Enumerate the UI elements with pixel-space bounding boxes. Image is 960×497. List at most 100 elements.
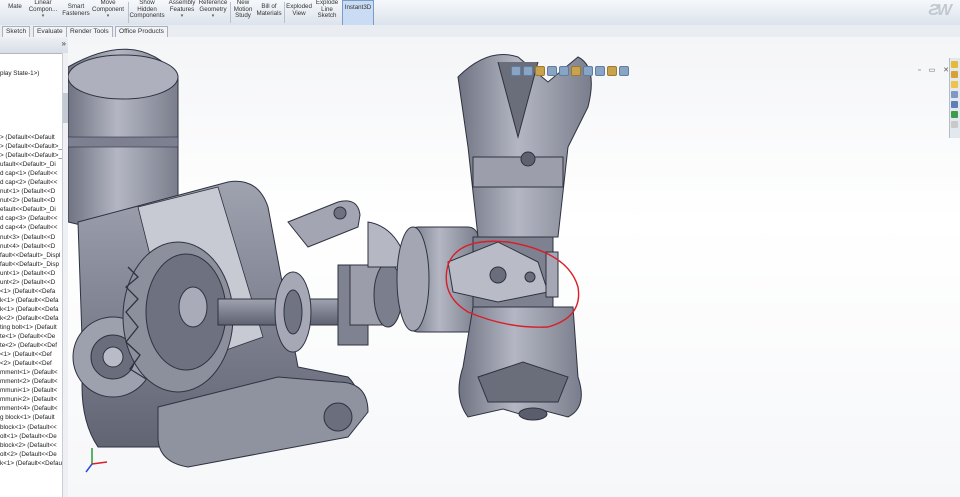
bill-of-materials-button[interactable]: Bill of Materials	[256, 0, 282, 25]
reference-triad-icon	[85, 448, 108, 473]
heads-up-view-toolbar	[511, 65, 629, 77]
tree-item[interactable]: <1> (Default<<Defa	[0, 287, 63, 296]
show-hidden-components-button[interactable]: Show Hidden Components	[129, 0, 165, 25]
custom-properties-icon[interactable]	[951, 111, 958, 118]
chevron-down-icon: ▾	[211, 13, 215, 20]
mate-label: Mate	[8, 3, 22, 10]
instant3d-button[interactable]: Instant3D	[342, 0, 374, 27]
forum-icon[interactable]	[951, 121, 958, 128]
command-manager: Mate Linear Compon... ▾ Smart Fasteners …	[0, 0, 960, 27]
linear-component-label: Linear Compon...	[28, 0, 58, 13]
new-motion-study-label: New Motion Study	[233, 0, 253, 20]
design-library-icon[interactable]	[951, 71, 958, 78]
tree-item[interactable]: > (Default<<Default>_	[0, 151, 63, 160]
appearances-icon[interactable]	[951, 101, 958, 108]
tree-item[interactable]: nut<2> (Default<<D	[0, 196, 63, 205]
new-motion-study-button[interactable]: New Motion Study	[232, 0, 254, 25]
smart-fasteners-label: Smart Fasteners	[62, 3, 90, 17]
assembly-features-button[interactable]: Assembly Features ▾	[168, 0, 196, 25]
tree-item[interactable]: nut<3> (Default<<D	[0, 233, 63, 242]
tree-item[interactable]: > (Default<<Default>_	[0, 142, 63, 151]
tree-item[interactable]: k<1> (Default<<Defa	[0, 305, 63, 314]
tree-item[interactable]: ufault<<Default>_Di	[0, 160, 63, 169]
reference-geometry-button[interactable]: Reference Geometry ▾	[198, 0, 228, 25]
view-palette-icon[interactable]	[951, 91, 958, 98]
assembly-model[interactable]	[68, 37, 960, 497]
tree-item[interactable]: block<1> (Default<<	[0, 423, 63, 432]
assembly-features-label: Assembly Features	[168, 0, 196, 13]
display-style-icon[interactable]	[571, 66, 581, 76]
view-settings-icon[interactable]	[619, 66, 629, 76]
zoom-to-fit-icon[interactable]	[511, 66, 521, 76]
tree-item[interactable]: k<1> (Default<<Defau	[0, 459, 63, 468]
move-component-label: Move Component	[92, 0, 125, 13]
drive-cup-upper[interactable]	[457, 54, 592, 238]
apply-scene-icon[interactable]	[607, 66, 617, 76]
tree-item[interactable]: olt<1> (Default<<De	[0, 432, 63, 441]
tree-item[interactable]: olt<2> (Default<<De	[0, 450, 63, 459]
hide-show-icon[interactable]	[583, 66, 593, 76]
tree-item[interactable]: te<1> (Default<<De	[0, 332, 63, 341]
tree-item[interactable]: <2> (Default<<Def	[0, 359, 63, 368]
viewport-window-controls[interactable]: ▫ ▭ ✕	[918, 66, 952, 74]
tree-item[interactable]: k<1> (Default<<Defa	[0, 296, 63, 305]
tree-item[interactable]: unt<2> (Default<<D	[0, 278, 63, 287]
tree-item[interactable]: fault<<Default>_Disp	[0, 260, 63, 269]
view-orientation-icon[interactable]	[559, 66, 569, 76]
edit-appearance-icon[interactable]	[595, 66, 605, 76]
tree-item[interactable]: fault<<Default>_Displ	[0, 251, 63, 260]
tree-item[interactable]: d cap<3> (Default<<	[0, 214, 63, 223]
reference-geometry-label: Reference Geometry	[198, 0, 228, 13]
file-explorer-icon[interactable]	[951, 81, 958, 88]
feature-manager-tabs: »	[0, 37, 68, 54]
chevron-down-icon: ▾	[41, 13, 45, 20]
zoom-area-icon[interactable]	[523, 66, 533, 76]
tree-item[interactable]: nut<1> (Default<<D	[0, 187, 63, 196]
tree-item[interactable]: ting bolt<1> (Default	[0, 323, 63, 332]
ribbon-divider	[230, 2, 231, 23]
bill-of-materials-label: Bill of Materials	[256, 3, 282, 17]
chevron-down-icon: ▾	[180, 13, 184, 20]
explode-line-sketch-button[interactable]: Explode Line Sketch	[314, 0, 340, 25]
section-view-icon[interactable]	[547, 66, 557, 76]
previous-view-icon[interactable]	[535, 66, 545, 76]
tree-item[interactable]: unt<1> (Default<<D	[0, 269, 63, 278]
show-hidden-label: Show Hidden Components	[129, 0, 165, 20]
tree-item[interactable]: mmuni<2> (Default<	[0, 395, 63, 404]
tree-item[interactable]: <1> (Default<<Def	[0, 350, 63, 359]
tree-item[interactable]: block<2> (Default<<	[0, 441, 63, 450]
smart-fasteners-button[interactable]: Smart Fasteners	[62, 0, 90, 25]
tree-item[interactable]: g block<1> (Default	[0, 413, 63, 422]
tree-item[interactable]: efault<<Default>_Di	[0, 205, 63, 214]
tree-display-state[interactable]: play State-1>)	[0, 69, 68, 78]
graphics-area[interactable]: ▫ ▭ ✕	[68, 37, 960, 497]
tree-item[interactable]: d cap<1> (Default<<	[0, 169, 63, 178]
tree-component-list: > (Default<<Default > (Default<<Default>_…	[0, 133, 63, 468]
solidworks-logo-icon: ƧW	[928, 2, 952, 19]
mate-button[interactable]: Mate	[4, 0, 26, 25]
bevel-gear[interactable]	[122, 241, 234, 393]
ribbon-divider	[284, 2, 285, 23]
explode-line-sketch-label: Explode Line Sketch	[315, 0, 339, 20]
linear-component-pattern-button[interactable]: Linear Compon... ▾	[26, 0, 60, 25]
feature-manager-tree: » play State-1>) > (Default<<Default > (D…	[0, 37, 69, 497]
drive-cup-lower[interactable]	[458, 306, 582, 421]
tree-item[interactable]: k<2> (Default<<Defa	[0, 314, 63, 323]
tree-item[interactable]: d cap<4> (Default<<	[0, 223, 63, 232]
tree-item[interactable]: mmuni<1> (Default<	[0, 386, 63, 395]
tree-item[interactable]: te<2> (Default<<Def	[0, 341, 63, 350]
tree-item[interactable]: > (Default<<Default	[0, 133, 63, 142]
solidworks-resources-icon[interactable]	[951, 61, 958, 68]
exploded-view-button[interactable]: Exploded View	[286, 0, 312, 25]
tree-item[interactable]: mment<2> (Default<	[0, 377, 63, 386]
tree-item[interactable]: mment<4> (Default<	[0, 404, 63, 413]
chevron-down-icon: ▾	[106, 13, 110, 20]
instant3d-label: Instant3D	[344, 4, 372, 11]
link-bracket[interactable]	[287, 200, 361, 248]
task-pane-tabs	[949, 58, 960, 138]
tree-item[interactable]: nut<4> (Default<<D	[0, 242, 63, 251]
expand-panel-icon[interactable]: »	[62, 39, 66, 48]
tree-item[interactable]: mment<1> (Default<	[0, 368, 63, 377]
tree-item[interactable]: d cap<2> (Default<<	[0, 178, 63, 187]
move-component-button[interactable]: Move Component ▾	[92, 0, 125, 25]
